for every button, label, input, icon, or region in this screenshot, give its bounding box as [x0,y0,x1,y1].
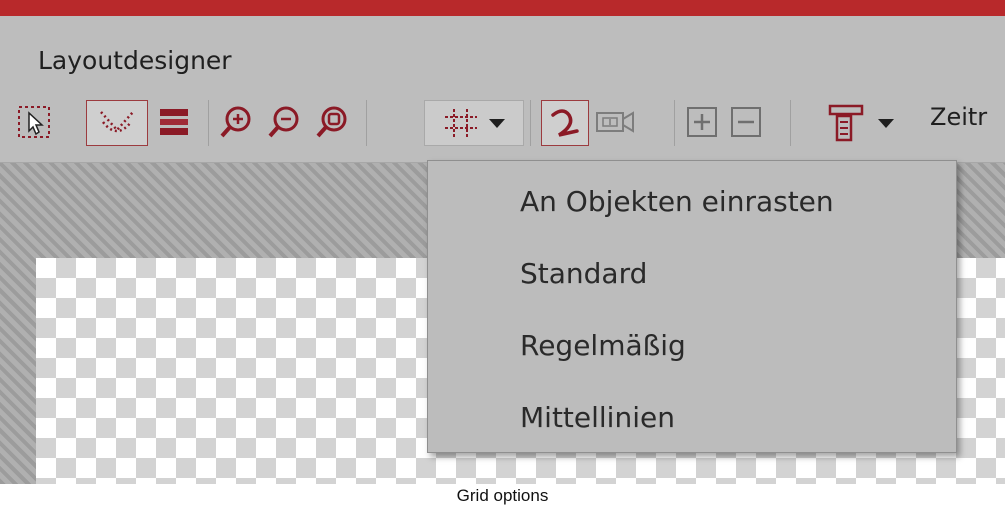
grid-options-button[interactable] [424,100,524,146]
motion-path-button[interactable] [86,100,148,146]
curve-icon [551,109,579,137]
layers-icon [160,109,188,135]
dotted-path-icon [100,111,134,133]
zoom-in-button[interactable] [216,100,256,144]
toolbar-separator [366,100,367,146]
curve-button[interactable] [541,100,589,146]
zoom-in-icon [220,106,251,138]
timeline-options-button[interactable] [808,100,916,146]
zoom-fit-button[interactable] [312,100,352,144]
menu-item-center-lines[interactable]: Mittellinien [428,381,956,453]
camera-icon [596,111,634,133]
zoom-out-button[interactable] [264,100,304,144]
toolbar-separator [790,100,791,146]
toolbar-separator [674,100,675,146]
grid-options-menu: An Objekten einrasten Standard Regelmäßi… [427,160,957,453]
remove-button[interactable] [726,100,766,144]
toolbar-separator [208,100,209,146]
grid-icon [445,109,477,137]
layers-button[interactable] [154,100,194,144]
screenshot-frame: Layoutdesigner Zeitr An Objekten einrast… [0,0,1005,484]
chevron-down-icon [878,119,894,128]
chevron-down-icon [489,119,505,128]
select-tool-button[interactable] [14,100,54,144]
minus-icon [731,107,761,137]
zoom-fit-icon [316,106,347,138]
menu-item-regular[interactable]: Regelmäßig [428,309,956,381]
figure-caption: Grid options [456,486,549,505]
timeline-icon [828,104,864,142]
window-title: Layoutdesigner [38,46,232,75]
toolbar [0,88,1005,163]
title-bar: Layoutdesigner [0,16,1005,88]
window-accent-bar [0,0,1005,16]
menu-item-snap-to-objects[interactable]: An Objekten einrasten [428,165,956,237]
menu-item-standard[interactable]: Standard [428,237,956,309]
plus-icon [687,107,717,137]
add-button[interactable] [682,100,722,144]
toolbar-separator [530,100,531,146]
zoom-out-icon [268,106,299,138]
timeline-label[interactable]: Zeitr [930,103,987,131]
camera-button[interactable] [592,100,638,144]
select-arrow-icon [18,106,50,138]
